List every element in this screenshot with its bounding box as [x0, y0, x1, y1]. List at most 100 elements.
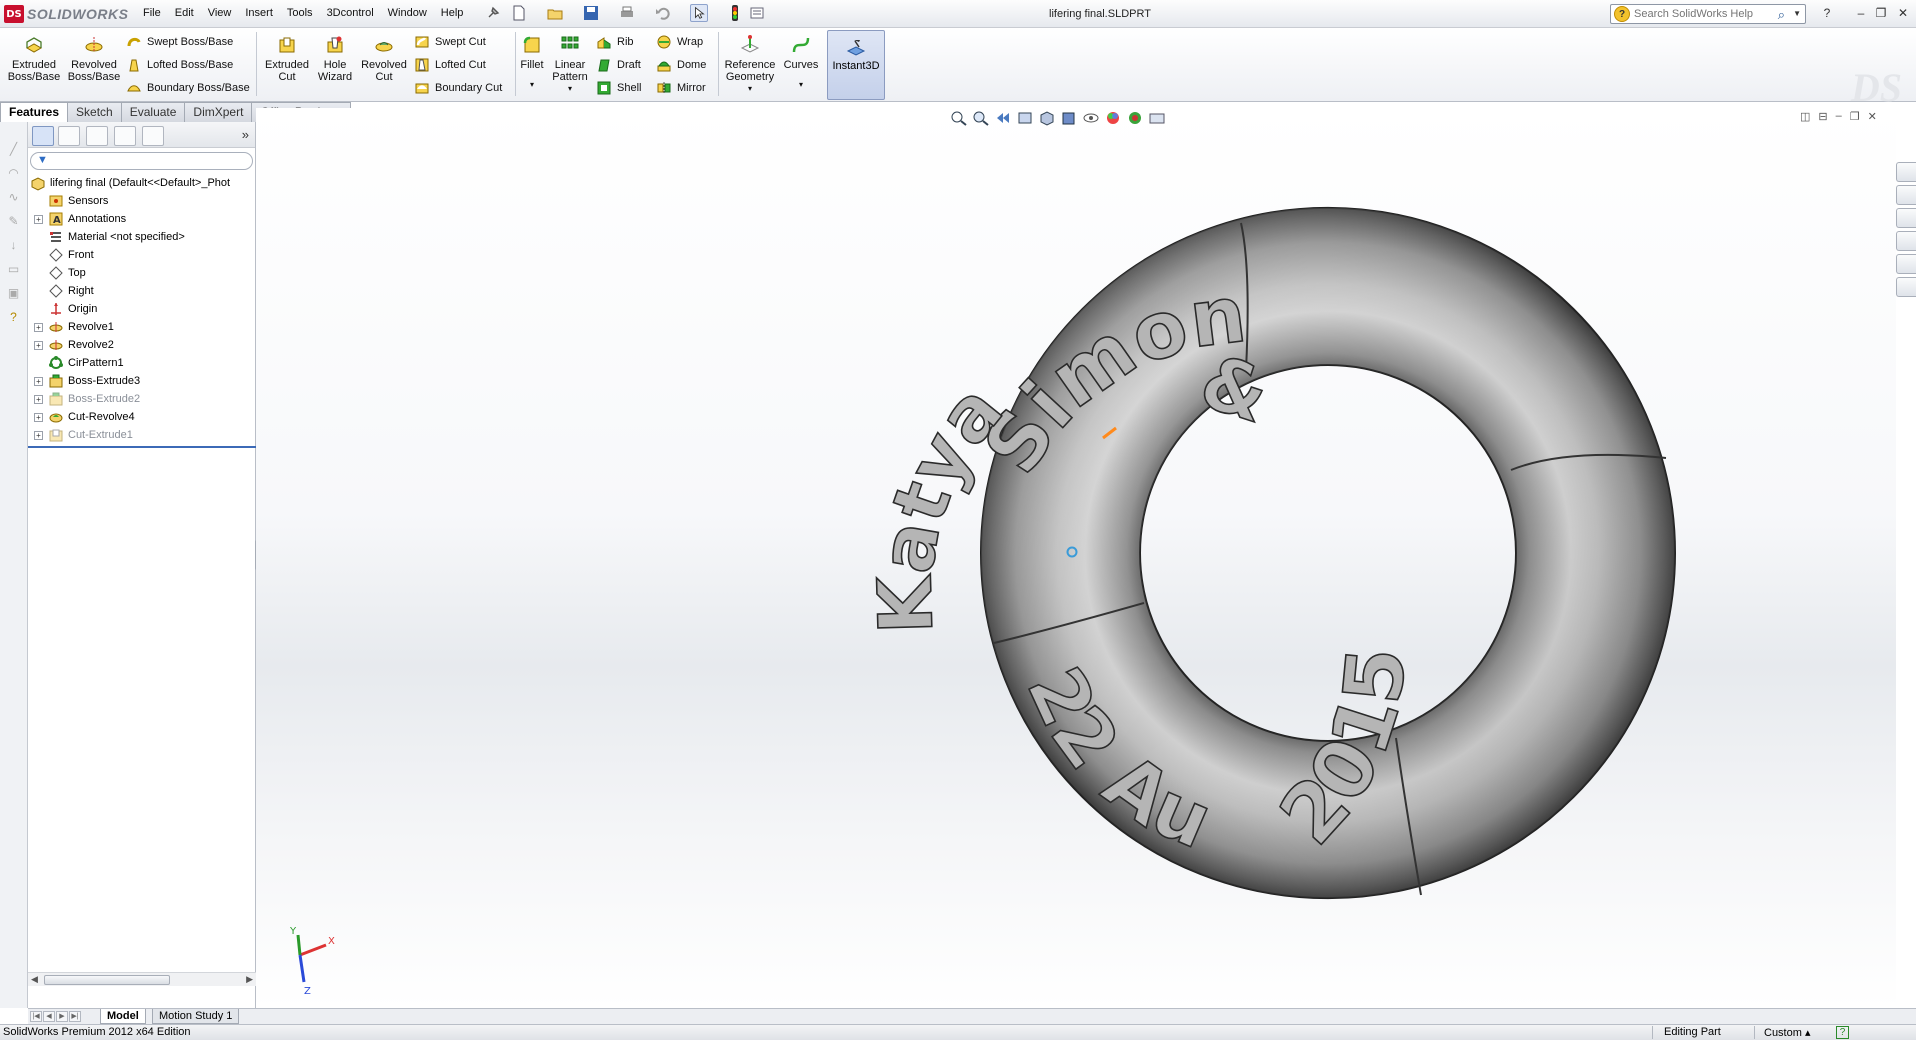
- file-explorer-icon[interactable]: [1896, 208, 1916, 228]
- tree-filter-input[interactable]: ▼: [30, 152, 253, 170]
- print-icon[interactable]: [618, 4, 636, 22]
- view-palette-icon[interactable]: [1896, 231, 1916, 251]
- expand-toggle-icon[interactable]: +: [34, 340, 43, 350]
- feature-tree-tab-icon[interactable]: [32, 126, 54, 146]
- help-question-icon[interactable]: ?: [6, 310, 22, 324]
- tab-model[interactable]: Model: [100, 1009, 146, 1024]
- tree-item-cut-revolve4[interactable]: + Cut-Revolve4: [28, 408, 255, 426]
- apply-scene-icon[interactable]: [1126, 110, 1144, 126]
- solidworks-logo[interactable]: DS SOLIDWORKS: [4, 5, 128, 23]
- solidworks-resources-icon[interactable]: [1896, 162, 1916, 182]
- expand-toggle-icon[interactable]: +: [34, 430, 43, 440]
- line-tool-icon[interactable]: ╱: [6, 142, 22, 156]
- model-canvas[interactable]: Simon Katya 22 Aug 2015 & X Y Z: [256, 108, 1896, 1008]
- shell-button[interactable]: Shell: [596, 78, 641, 98]
- spline-tool-icon[interactable]: ∿: [6, 190, 22, 204]
- display-manager-tab-icon[interactable]: [142, 126, 164, 146]
- view-settings-icon[interactable]: [1148, 110, 1166, 126]
- display-style-icon[interactable]: [1060, 110, 1078, 126]
- tree-item-top[interactable]: Top: [28, 264, 255, 282]
- menu-3dcontrol[interactable]: 3Dcontrol: [320, 7, 381, 19]
- tab-features[interactable]: Features: [0, 102, 69, 123]
- tree-item-cirpattern1[interactable]: CirPattern1: [28, 354, 255, 372]
- appearances-icon[interactable]: [1896, 254, 1916, 274]
- tree-item-revolve1[interactable]: + Revolve1: [28, 318, 255, 336]
- menu-view[interactable]: View: [201, 7, 239, 19]
- help-search-input[interactable]: [1634, 8, 1774, 20]
- hole-wizard-button[interactable]: Hole Wizard: [307, 34, 363, 83]
- expand-toggle-icon[interactable]: +: [34, 394, 43, 404]
- curves-button[interactable]: Curves ▾: [773, 34, 829, 91]
- dimxpert-manager-tab-icon[interactable]: [114, 126, 136, 146]
- help-status-icon[interactable]: ?: [1836, 1026, 1849, 1039]
- lifering-model[interactable]: Simon Katya 22 Aug 2015 &: [256, 108, 1677, 899]
- chevron-down-icon[interactable]: ▼: [1793, 9, 1801, 18]
- lock-tool-icon[interactable]: ▣: [6, 286, 22, 300]
- dome-button[interactable]: Dome: [656, 55, 706, 75]
- unit-system-selector[interactable]: Custom ▴: [1764, 1026, 1810, 1039]
- graphics-area[interactable]: Simon Katya 22 Aug 2015 & X Y Z: [256, 108, 1896, 1008]
- boundary-cut-button[interactable]: Boundary Cut: [414, 78, 502, 98]
- arc-tool-icon[interactable]: ◠: [6, 166, 22, 180]
- scroll-right-icon[interactable]: ▶: [246, 974, 253, 985]
- tree-item-origin[interactable]: Origin: [28, 300, 255, 318]
- box-tool-icon[interactable]: ▭: [6, 262, 22, 276]
- linear-pattern-button[interactable]: Linear Pattern ▾: [542, 34, 598, 95]
- tab-evaluate[interactable]: Evaluate: [120, 102, 186, 122]
- extruded-boss-button[interactable]: Extruded Boss/Base: [6, 34, 62, 83]
- lofted-boss-button[interactable]: Lofted Boss/Base: [126, 55, 233, 75]
- minimize-icon[interactable]: –: [1852, 5, 1870, 21]
- rebuild-traffic-light-icon[interactable]: [726, 4, 744, 22]
- tree-item-revolve2[interactable]: + Revolve2: [28, 336, 255, 354]
- scroll-left-icon[interactable]: ◀: [31, 974, 38, 985]
- instant3d-button[interactable]: Instant3D: [827, 30, 885, 100]
- save-icon[interactable]: [582, 4, 600, 22]
- help-menu-icon[interactable]: ?: [1818, 5, 1836, 21]
- revolved-cut-button[interactable]: Revolved Cut: [356, 34, 412, 83]
- search-icon[interactable]: ⌕: [1778, 7, 1785, 23]
- new-document-icon[interactable]: [510, 4, 528, 22]
- close-icon[interactable]: ✕: [1894, 5, 1912, 21]
- viewport-minimize-icon[interactable]: –: [1836, 110, 1842, 123]
- menu-help[interactable]: Help: [434, 7, 471, 19]
- tree-item-boss-extrude3[interactable]: + Boss-Extrude3: [28, 372, 255, 390]
- reference-geometry-dropdown-icon[interactable]: ▾: [722, 83, 778, 95]
- curves-dropdown-icon[interactable]: ▾: [773, 79, 829, 91]
- tree-item-cut-extrude1[interactable]: + Cut-Extrude1: [28, 426, 255, 444]
- zoom-to-fit-icon[interactable]: [950, 110, 968, 126]
- viewport-close-icon[interactable]: ✕: [1868, 110, 1877, 123]
- expand-toggle-icon[interactable]: +: [34, 214, 43, 224]
- tree-item-right[interactable]: Right: [28, 282, 255, 300]
- swept-cut-button[interactable]: Swept Cut: [414, 32, 486, 52]
- options-icon[interactable]: [748, 4, 766, 22]
- section-view-icon[interactable]: [1016, 110, 1034, 126]
- hide-show-items-icon[interactable]: [1082, 110, 1100, 126]
- linear-pattern-dropdown-icon[interactable]: ▾: [542, 83, 598, 95]
- menu-file[interactable]: File: [136, 7, 168, 19]
- property-manager-tab-icon[interactable]: [58, 126, 80, 146]
- expand-toggle-icon[interactable]: +: [34, 376, 43, 386]
- tab-dimxpert[interactable]: DimXpert: [184, 102, 253, 122]
- select-cursor-icon[interactable]: [690, 4, 708, 22]
- menu-edit[interactable]: Edit: [168, 7, 201, 19]
- arrow-down-tool-icon[interactable]: ↓: [6, 238, 22, 252]
- configuration-manager-tab-icon[interactable]: [86, 126, 108, 146]
- viewport-split-icon[interactable]: ◫: [1800, 110, 1810, 123]
- tree-item-front[interactable]: Front: [28, 246, 255, 264]
- undo-icon[interactable]: [654, 4, 672, 22]
- prev-tab-icon[interactable]: ◀: [43, 1011, 55, 1022]
- expand-toggle-icon[interactable]: +: [34, 412, 43, 422]
- tree-horizontal-scrollbar[interactable]: ◀ ▶: [28, 972, 256, 986]
- first-tab-icon[interactable]: |◀: [30, 1011, 42, 1022]
- expand-toggle-icon[interactable]: +: [34, 322, 43, 332]
- rib-button[interactable]: Rib: [596, 32, 634, 52]
- tree-item-material-not-specified[interactable]: Material <not specified>: [28, 228, 255, 246]
- lofted-cut-button[interactable]: Lofted Cut: [414, 55, 486, 75]
- mirror-button[interactable]: Mirror: [656, 78, 706, 98]
- last-tab-icon[interactable]: ▶|: [69, 1011, 81, 1022]
- menu-window[interactable]: Window: [381, 7, 434, 19]
- reference-geometry-button[interactable]: Reference Geometry ▾: [722, 34, 778, 95]
- tree-item-annotations[interactable]: + A Annotations: [28, 210, 255, 228]
- design-library-icon[interactable]: [1896, 185, 1916, 205]
- viewport-split-2-icon[interactable]: ⊟: [1818, 110, 1827, 123]
